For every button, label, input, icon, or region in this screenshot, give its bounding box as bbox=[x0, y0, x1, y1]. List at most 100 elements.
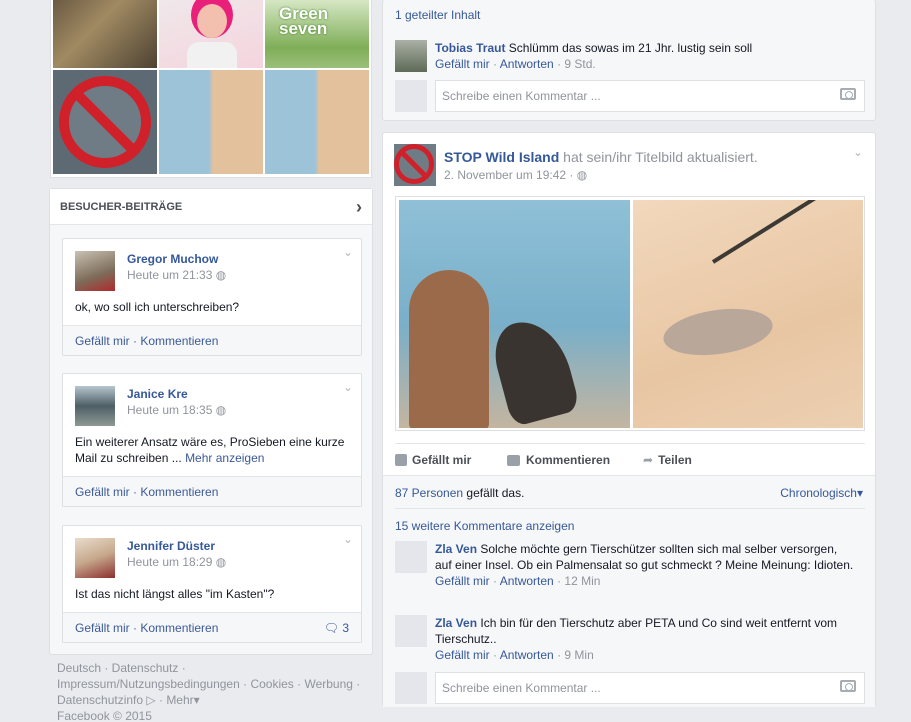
avatar[interactable] bbox=[395, 40, 427, 72]
like-link[interactable]: Gefällt mir bbox=[435, 574, 490, 588]
comment-text: Ich bin für den Tierschutz aber PETA und… bbox=[435, 616, 837, 646]
chevron-right-icon[interactable]: › bbox=[356, 197, 362, 218]
thumbs-up-icon bbox=[395, 454, 407, 466]
comment-meta: Gefällt mir · Antworten · 9 Min bbox=[435, 648, 594, 662]
camera-icon[interactable] bbox=[840, 680, 856, 692]
share-button[interactable]: ➦ Teilen bbox=[643, 453, 692, 467]
photo-thumbnail[interactable] bbox=[159, 70, 263, 174]
reply-link[interactable]: Antworten bbox=[500, 57, 554, 71]
avatar[interactable] bbox=[395, 541, 427, 573]
visitor-post: Jennifer Düster Heute um 18:29 ◍ ⌄ Ist d… bbox=[62, 525, 362, 643]
post-text: Ist das nicht längst alles "im Kasten"? bbox=[75, 587, 275, 601]
globe-icon: ◍ bbox=[215, 403, 227, 417]
author-name[interactable]: Janice Kre bbox=[127, 387, 188, 401]
like-link[interactable]: Gefällt mir bbox=[435, 648, 490, 662]
write-comment: Schreibe einen Kommentar ... bbox=[395, 672, 865, 704]
photo-thumbnail[interactable] bbox=[265, 70, 369, 174]
green-seven-logo: Green seven bbox=[279, 4, 329, 38]
photo-thumbnail[interactable] bbox=[159, 0, 263, 68]
chevron-down-icon[interactable]: ⌄ bbox=[853, 145, 863, 159]
footer-links: Deutsch · Datenschutz · Impressum/Nutzun… bbox=[57, 660, 377, 722]
comment-link[interactable]: Kommentieren bbox=[140, 621, 218, 635]
ad-choices-icon[interactable]: ▷ bbox=[146, 693, 155, 707]
comment-link[interactable]: Kommentieren bbox=[140, 485, 218, 499]
post-footer: Gefällt mir · Kommentieren 🗨 3 bbox=[63, 612, 361, 642]
photo-thumbnail[interactable] bbox=[53, 0, 157, 68]
page-post: STOP Wild Island hat sein/ihr Titelbild … bbox=[382, 132, 876, 707]
share-arrow-icon: ➦ bbox=[643, 453, 654, 467]
footer-line[interactable]: Impressum/Nutzungsbedingungen · Cookies … bbox=[57, 676, 377, 692]
comment-icon bbox=[507, 455, 520, 466]
post-text: Ein weiterer Ansatz wäre es, ProSieben e… bbox=[75, 435, 345, 465]
like-button[interactable]: Gefällt mir bbox=[395, 453, 471, 467]
comment-author[interactable]: Zla Ven bbox=[435, 542, 477, 556]
comment-time[interactable]: 9 Min bbox=[564, 648, 593, 662]
avatar bbox=[395, 672, 427, 704]
post-actions: Gefällt mir Kommentieren ➦ Teilen bbox=[395, 443, 865, 475]
author-name[interactable]: Gregor Muchow bbox=[127, 252, 218, 266]
comment-input[interactable]: Schreibe einen Kommentar ... bbox=[435, 672, 865, 704]
chevron-down-icon[interactable]: ⌄ bbox=[343, 245, 353, 259]
photo-thumbnail[interactable]: Green seven bbox=[265, 0, 369, 68]
camera-icon[interactable] bbox=[840, 88, 856, 100]
comment-author[interactable]: Tobias Traut bbox=[435, 41, 505, 55]
like-link[interactable]: Gefällt mir bbox=[435, 57, 490, 71]
post-time[interactable]: Heute um 21:33 ◍ bbox=[127, 268, 226, 282]
chevron-down-icon[interactable]: ⌄ bbox=[343, 380, 353, 394]
comment-meta: Gefällt mir · Antworten · 12 Min bbox=[435, 574, 601, 588]
like-link[interactable]: Gefällt mir bbox=[75, 485, 130, 499]
reply-link[interactable]: Antworten bbox=[500, 574, 554, 588]
photo-stingray-on-sand[interactable] bbox=[633, 200, 863, 428]
caret-down-icon[interactable]: ▾ bbox=[194, 693, 200, 707]
comments-card: 1 geteilter Inhalt Tobias Traut Schlümm … bbox=[382, 0, 876, 121]
comment-meta: Gefällt mir · Antworten · 9 Std. bbox=[435, 57, 596, 71]
show-more-link[interactable]: Mehr anzeigen bbox=[185, 451, 264, 465]
post-title: STOP Wild Island hat sein/ihr Titelbild … bbox=[444, 149, 758, 165]
photo-man-with-bird[interactable] bbox=[399, 200, 630, 428]
comment-button[interactable]: Kommentieren bbox=[507, 453, 610, 467]
shared-content-link[interactable]: 1 geteilter Inhalt bbox=[395, 8, 480, 22]
post-time[interactable]: 2. November um 19:42 · ◍ bbox=[444, 168, 587, 182]
author-name[interactable]: Jennifer Düster bbox=[127, 539, 215, 553]
post-time[interactable]: Heute um 18:35 ◍ bbox=[127, 403, 226, 417]
cover-photo[interactable] bbox=[395, 196, 865, 431]
avatar[interactable] bbox=[75, 251, 115, 291]
chevron-down-icon[interactable]: ⌄ bbox=[343, 532, 353, 546]
more-comments-link[interactable]: 15 weitere Kommentare anzeigen bbox=[395, 519, 574, 533]
globe-icon: ◍ bbox=[576, 168, 588, 182]
comment-order-dropdown[interactable]: Chronologisch▾ bbox=[780, 486, 863, 500]
comment-text: Solche möchte gern Tierschützer sollten … bbox=[435, 542, 854, 572]
avatar[interactable] bbox=[395, 615, 427, 647]
footer-line[interactable]: Deutsch · Datenschutz · bbox=[57, 660, 377, 676]
globe-icon: ◍ bbox=[215, 268, 227, 282]
like-link[interactable]: Gefällt mir bbox=[75, 334, 130, 348]
photo-thumbnail[interactable] bbox=[53, 70, 157, 174]
likes-count-link[interactable]: 87 Personen bbox=[395, 486, 463, 500]
comment-time[interactable]: 9 Std. bbox=[564, 57, 595, 71]
prohibition-sign-icon bbox=[394, 144, 434, 184]
post-footer: Gefällt mir · Kommentieren bbox=[63, 476, 361, 506]
post-text: ok, wo soll ich unterschreiben? bbox=[75, 300, 240, 314]
post-footer: Gefällt mir · Kommentieren bbox=[63, 325, 361, 355]
visitor-posts-header[interactable]: BESUCHER-BEITRÄGE › bbox=[50, 189, 372, 225]
comment-author[interactable]: Zla Ven bbox=[435, 616, 477, 630]
footer-line[interactable]: Datenschutzinfo ▷ · Mehr▾ bbox=[57, 692, 377, 708]
avatar bbox=[395, 80, 427, 112]
photo-grid: Green seven bbox=[50, 0, 372, 178]
prohibition-sign-icon bbox=[59, 76, 151, 168]
comment-input[interactable]: Schreibe einen Kommentar ... bbox=[435, 80, 865, 112]
page-avatar[interactable] bbox=[394, 144, 436, 186]
write-comment: Schreibe einen Kommentar ... bbox=[395, 80, 865, 112]
like-link[interactable]: Gefällt mir bbox=[75, 621, 130, 635]
avatar[interactable] bbox=[75, 386, 115, 426]
comment: Zla Ven Ich bin für den Tierschutz aber … bbox=[395, 615, 865, 665]
comment-time[interactable]: 12 Min bbox=[564, 574, 600, 588]
comment-link[interactable]: Kommentieren bbox=[140, 334, 218, 348]
post-feedback: 87 Personen gefällt das. Chronologisch▾ … bbox=[383, 475, 875, 707]
comment: Zla Ven Solche möchte gern Tierschützer … bbox=[395, 541, 865, 607]
comment-count[interactable]: 🗨 3 bbox=[324, 621, 349, 635]
post-time[interactable]: Heute um 18:29 ◍ bbox=[127, 555, 226, 569]
avatar[interactable] bbox=[75, 538, 115, 578]
reply-link[interactable]: Antworten bbox=[500, 648, 554, 662]
page-name[interactable]: STOP Wild Island bbox=[444, 149, 559, 165]
